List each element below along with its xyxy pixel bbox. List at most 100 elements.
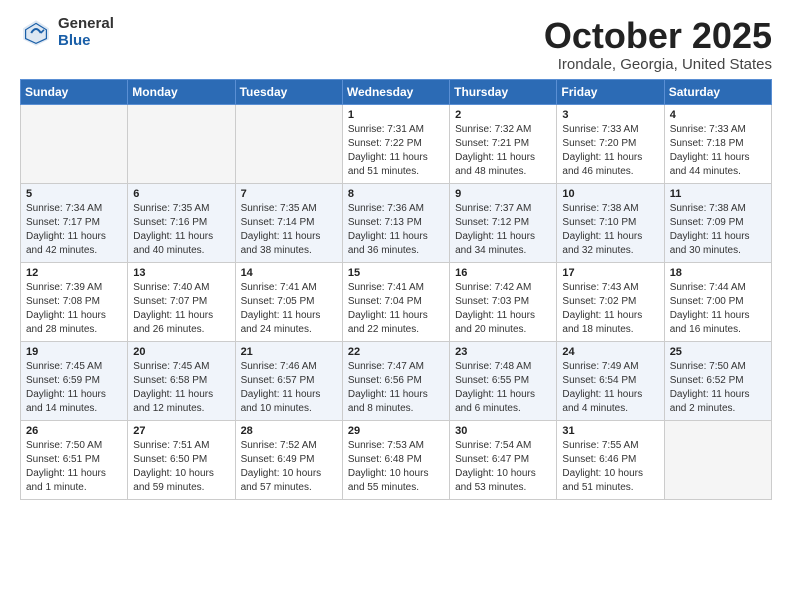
day-info: Sunrise: 7:50 AM Sunset: 6:52 PM Dayligh… [670,360,766,416]
table-row: 29 Sunrise: 7:53 AM Sunset: 6:48 PM Dayli… [342,420,449,499]
table-row: 31 Sunrise: 7:55 AM Sunset: 6:46 PM Dayli… [557,420,664,499]
day-number: 24 [562,346,658,358]
table-row: 24 Sunrise: 7:49 AM Sunset: 6:54 PM Dayli… [557,341,664,420]
table-row: 12Sunrise: 7:39 AM Sunset: 7:08 PM Dayli… [21,262,128,341]
day-number: 11 [670,188,766,200]
day-number: 15 [348,267,444,279]
table-row [235,104,342,183]
calendar-header-row: Sunday Monday Tuesday Wednesday Thursday… [21,79,772,104]
day-number: 28 [241,425,337,437]
day-number: 3 [562,109,658,121]
calendar-week-row: 5Sunrise: 7:34 AM Sunset: 7:17 PM Daylig… [21,183,772,262]
table-row: 16 Sunrise: 7:42 AM Sunset: 7:03 PM Dayli… [450,262,557,341]
day-number: 1 [348,109,444,121]
table-row: 11 Sunrise: 7:38 AM Sunset: 7:09 PM Dayli… [664,183,771,262]
day-number: 16 [455,267,551,279]
day-info: Sunrise: 7:33 AM Sunset: 7:18 PM Dayligh… [670,123,766,179]
day-number: 14 [241,267,337,279]
col-saturday: Saturday [664,79,771,104]
col-thursday: Thursday [450,79,557,104]
day-info: Sunrise: 7:42 AM Sunset: 7:03 PM Dayligh… [455,281,551,337]
table-row [128,104,235,183]
calendar-week-row: 1 Sunrise: 7:31 AM Sunset: 7:22 PM Daylig… [21,104,772,183]
day-info: Sunrise: 7:46 AM Sunset: 6:57 PM Dayligh… [241,360,337,416]
table-row: 8 Sunrise: 7:36 AM Sunset: 7:13 PM Daylig… [342,183,449,262]
day-info: Sunrise: 7:53 AM Sunset: 6:48 PM Dayligh… [348,439,444,495]
logo: General Blue [20,16,114,49]
table-row: 10 Sunrise: 7:38 AM Sunset: 7:10 PM Dayli… [557,183,664,262]
col-monday: Monday [128,79,235,104]
page-container: General Blue October 2025 Irondale, Geor… [0,0,792,510]
day-number: 9 [455,188,551,200]
day-number: 30 [455,425,551,437]
day-number: 20 [133,346,229,358]
table-row: 5Sunrise: 7:34 AM Sunset: 7:17 PM Daylig… [21,183,128,262]
day-number: 25 [670,346,766,358]
table-row: 23 Sunrise: 7:48 AM Sunset: 6:55 PM Dayli… [450,341,557,420]
table-row: 9 Sunrise: 7:37 AM Sunset: 7:12 PM Daylig… [450,183,557,262]
logo-general: General [58,16,114,33]
day-info: Sunrise: 7:49 AM Sunset: 6:54 PM Dayligh… [562,360,658,416]
day-info: Sunrise: 7:41 AM Sunset: 7:04 PM Dayligh… [348,281,444,337]
day-number: 22 [348,346,444,358]
day-info: Sunrise: 7:54 AM Sunset: 6:47 PM Dayligh… [455,439,551,495]
table-row: 21 Sunrise: 7:46 AM Sunset: 6:57 PM Dayli… [235,341,342,420]
day-number: 23 [455,346,551,358]
day-info: Sunrise: 7:40 AM Sunset: 7:07 PM Dayligh… [133,281,229,337]
table-row: 30 Sunrise: 7:54 AM Sunset: 6:47 PM Dayli… [450,420,557,499]
col-tuesday: Tuesday [235,79,342,104]
day-info: Sunrise: 7:37 AM Sunset: 7:12 PM Dayligh… [455,202,551,258]
table-row: 19Sunrise: 7:45 AM Sunset: 6:59 PM Dayli… [21,341,128,420]
day-number: 2 [455,109,551,121]
day-number: 26 [26,425,122,437]
day-number: 18 [670,267,766,279]
calendar-table: Sunday Monday Tuesday Wednesday Thursday… [20,79,772,500]
day-info: Sunrise: 7:41 AM Sunset: 7:05 PM Dayligh… [241,281,337,337]
table-row: 6Sunrise: 7:35 AM Sunset: 7:16 PM Daylig… [128,183,235,262]
day-info: Sunrise: 7:36 AM Sunset: 7:13 PM Dayligh… [348,202,444,258]
day-info: Sunrise: 7:48 AM Sunset: 6:55 PM Dayligh… [455,360,551,416]
day-number: 7 [241,188,337,200]
title-block: October 2025 Irondale, Georgia, United S… [544,16,772,73]
day-info: Sunrise: 7:33 AM Sunset: 7:20 PM Dayligh… [562,123,658,179]
calendar-week-row: 26 Sunrise: 7:50 AM Sunset: 6:51 PM Dayli… [21,420,772,499]
day-info: Sunrise: 7:45 AM Sunset: 6:59 PM Dayligh… [26,360,122,416]
day-info: Sunrise: 7:35 AM Sunset: 7:16 PM Dayligh… [133,202,229,258]
table-row: 7 Sunrise: 7:35 AM Sunset: 7:14 PM Daylig… [235,183,342,262]
location: Irondale, Georgia, United States [544,56,772,73]
table-row: 20Sunrise: 7:45 AM Sunset: 6:58 PM Dayli… [128,341,235,420]
day-info: Sunrise: 7:38 AM Sunset: 7:10 PM Dayligh… [562,202,658,258]
day-info: Sunrise: 7:31 AM Sunset: 7:22 PM Dayligh… [348,123,444,179]
day-info: Sunrise: 7:39 AM Sunset: 7:08 PM Dayligh… [26,281,122,337]
table-row: 22Sunrise: 7:47 AM Sunset: 6:56 PM Dayli… [342,341,449,420]
day-number: 5 [26,188,122,200]
day-number: 13 [133,267,229,279]
day-info: Sunrise: 7:52 AM Sunset: 6:49 PM Dayligh… [241,439,337,495]
table-row: 15 Sunrise: 7:41 AM Sunset: 7:04 PM Dayli… [342,262,449,341]
month-title: October 2025 [544,16,772,56]
day-info: Sunrise: 7:50 AM Sunset: 6:51 PM Dayligh… [26,439,122,495]
table-row: 27Sunrise: 7:51 AM Sunset: 6:50 PM Dayli… [128,420,235,499]
day-info: Sunrise: 7:38 AM Sunset: 7:09 PM Dayligh… [670,202,766,258]
table-row: 14 Sunrise: 7:41 AM Sunset: 7:05 PM Dayli… [235,262,342,341]
day-info: Sunrise: 7:32 AM Sunset: 7:21 PM Dayligh… [455,123,551,179]
day-info: Sunrise: 7:44 AM Sunset: 7:00 PM Dayligh… [670,281,766,337]
table-row: 1 Sunrise: 7:31 AM Sunset: 7:22 PM Daylig… [342,104,449,183]
day-number: 31 [562,425,658,437]
day-number: 29 [348,425,444,437]
day-number: 8 [348,188,444,200]
logo-text: General Blue [58,16,114,49]
day-info: Sunrise: 7:55 AM Sunset: 6:46 PM Dayligh… [562,439,658,495]
day-info: Sunrise: 7:35 AM Sunset: 7:14 PM Dayligh… [241,202,337,258]
day-number: 21 [241,346,337,358]
table-row [21,104,128,183]
table-row: 25 Sunrise: 7:50 AM Sunset: 6:52 PM Dayli… [664,341,771,420]
logo-blue: Blue [58,33,114,50]
table-row: 13 Sunrise: 7:40 AM Sunset: 7:07 PM Dayli… [128,262,235,341]
day-number: 10 [562,188,658,200]
table-row: 3 Sunrise: 7:33 AM Sunset: 7:20 PM Daylig… [557,104,664,183]
day-number: 27 [133,425,229,437]
table-row: 28 Sunrise: 7:52 AM Sunset: 6:49 PM Dayli… [235,420,342,499]
table-row: 2 Sunrise: 7:32 AM Sunset: 7:21 PM Daylig… [450,104,557,183]
calendar-week-row: 19Sunrise: 7:45 AM Sunset: 6:59 PM Dayli… [21,341,772,420]
